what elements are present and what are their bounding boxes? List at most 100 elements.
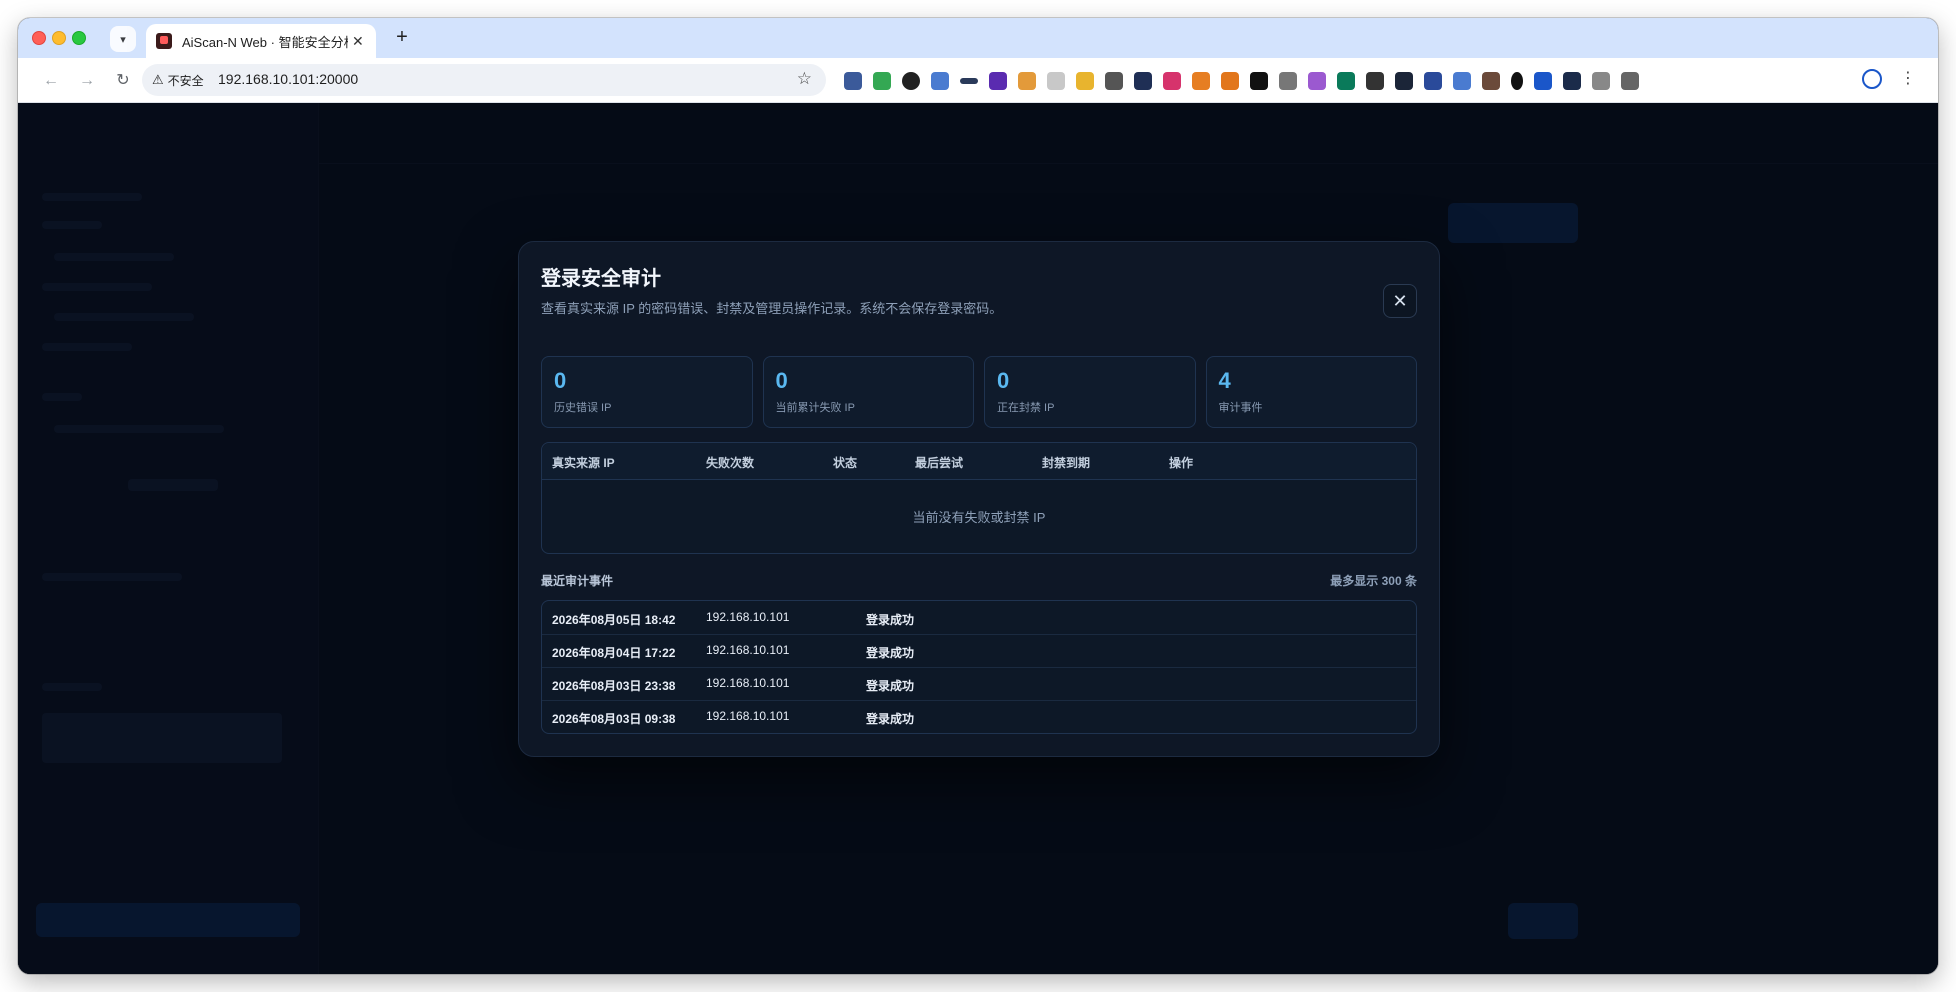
extension-fox-icon[interactable] <box>1221 72 1239 90</box>
column-header-source-ip[interactable]: 真实来源 IP <box>552 454 615 471</box>
extension-purple-icon[interactable] <box>989 72 1007 90</box>
audit-events-list: 2026年08月05日 18:42 192.168.10.101 登录成功 20… <box>541 600 1417 734</box>
close-button[interactable]: ✕ <box>1383 284 1417 318</box>
tab-search-button[interactable]: ▾ <box>110 26 136 52</box>
stat-value: 0 <box>997 368 1010 393</box>
window-minimize-button[interactable] <box>52 31 66 45</box>
event-time: 2026年08月05日 18:42 <box>552 613 676 627</box>
column-header-fail-count[interactable]: 失败次数 <box>706 454 754 471</box>
column-header-last-attempt[interactable]: 最后尝试 <box>915 454 963 471</box>
event-ip: 192.168.10.101 <box>706 643 790 657</box>
event-ip: 192.168.10.101 <box>706 709 790 723</box>
close-icon: ✕ <box>1392 291 1408 311</box>
extension-cat-icon[interactable] <box>1308 72 1326 90</box>
stat-value: 0 <box>554 368 567 393</box>
extension-star-icon[interactable] <box>1279 72 1297 90</box>
stat-label: 历史错误 IP <box>554 402 612 414</box>
extension-circle-icon[interactable] <box>902 72 920 90</box>
dialog-subtitle: 查看真实来源 IP 的密码错误、封禁及管理员操作记录。系统不会保存登录密码。 <box>541 301 1003 316</box>
extension-translate-icon[interactable] <box>1163 72 1181 90</box>
list-item: 2026年08月04日 17:22 192.168.10.101 登录成功 <box>542 634 1416 668</box>
extension-blue-icon[interactable] <box>931 72 949 90</box>
extensions-puzzle-icon[interactable] <box>1621 72 1639 90</box>
extensions-row <box>844 68 1639 94</box>
event-time: 2026年08月04日 17:22 <box>552 646 676 660</box>
login-audit-dialog: 登录安全审计 查看真实来源 IP 的密码错误、封禁及管理员操作记录。系统不会保存… <box>518 241 1440 757</box>
event-ip: 192.168.10.101 <box>706 610 790 624</box>
extension-pointer-icon[interactable] <box>1592 72 1610 90</box>
stat-card-audit-events: 4 审计事件 <box>1205 356 1417 428</box>
extension-grey-icon[interactable] <box>1047 72 1065 90</box>
event-status: 登录成功 <box>866 613 915 627</box>
extension-terminal-icon[interactable] <box>1395 72 1413 90</box>
stat-label: 正在封禁 IP <box>997 402 1055 414</box>
extension-photo-icon[interactable] <box>1482 72 1500 90</box>
extension-zero-icon[interactable] <box>1511 72 1523 90</box>
stat-label: 审计事件 <box>1218 402 1263 414</box>
security-chip[interactable]: ⚠ 不安全 <box>152 70 204 90</box>
tab-strip: ▾ AiScan-N Web · 智能安全分析 ✕ + <box>18 18 1938 58</box>
extension-green-icon[interactable] <box>1337 72 1355 90</box>
active-tab[interactable]: AiScan-N Web · 智能安全分析 ✕ <box>146 24 376 58</box>
extension-chat-icon[interactable] <box>873 72 891 90</box>
list-item: 2026年08月03日 09:38 192.168.10.101 登录成功 <box>542 700 1416 733</box>
events-max-note: 最多显示 300 条 <box>1330 574 1417 588</box>
event-time: 2026年08月03日 09:38 <box>552 712 676 726</box>
extension-hand-icon[interactable] <box>1366 72 1384 90</box>
stat-card-current-failed-ip: 0 当前累计失败 IP <box>762 356 974 428</box>
events-section-header: 最近审计事件 最多显示 300 条 <box>541 572 1417 588</box>
tab-title: AiScan-N Web · 智能安全分析 <box>182 34 348 50</box>
warning-icon: ⚠ <box>152 72 164 87</box>
stat-label: 当前累计失败 IP <box>775 402 855 414</box>
browser-toolbar: ← → ↻ ⚠ 不安全 192.168.10.101:20000 ☆ ⋮ <box>18 58 1938 103</box>
stats-row: 0 历史错误 IP 0 当前累计失败 IP 0 正在封禁 IP 4 审计事件 <box>541 356 1417 428</box>
extension-orange-icon[interactable] <box>1018 72 1036 90</box>
browser-window: ▾ AiScan-N Web · 智能安全分析 ✕ + ← → ↻ ⚠ 不安全 … <box>18 18 1938 974</box>
url-text[interactable]: 192.168.10.101:20000 <box>218 71 358 87</box>
new-tab-button[interactable]: + <box>390 26 414 50</box>
event-status: 登录成功 <box>866 712 915 726</box>
extension-dash-icon[interactable] <box>960 78 978 84</box>
dialog-title: 登录安全审计 <box>541 268 661 290</box>
window-close-button[interactable] <box>32 31 46 45</box>
event-time: 2026年08月03日 23:38 <box>552 679 676 693</box>
event-status: 登录成功 <box>866 646 915 660</box>
stat-card-history-error-ip: 0 历史错误 IP <box>541 356 753 428</box>
stat-card-banned-ip: 0 正在封禁 IP <box>984 356 1196 428</box>
column-header-actions[interactable]: 操作 <box>1169 454 1193 471</box>
chevron-down-icon: ▾ <box>120 33 126 46</box>
window-maximize-button[interactable] <box>72 31 86 45</box>
extension-box-icon[interactable] <box>1424 72 1442 90</box>
security-label: 不安全 <box>167 73 204 88</box>
column-header-status[interactable]: 状态 <box>833 454 857 471</box>
favicon-icon <box>156 33 172 49</box>
stat-value: 4 <box>1218 368 1231 393</box>
extension-panda-icon[interactable] <box>1105 72 1123 90</box>
extension-yellow-icon[interactable] <box>1076 72 1094 90</box>
profile-avatar-icon[interactable] <box>1862 69 1882 89</box>
extension-cloud-icon[interactable] <box>1250 72 1268 90</box>
extension-bubble-icon[interactable] <box>1453 72 1471 90</box>
bookmark-star-icon[interactable]: ☆ <box>797 69 812 89</box>
list-item: 2026年08月03日 23:38 192.168.10.101 登录成功 <box>542 667 1416 701</box>
table-empty-state: 当前没有失败或封禁 IP <box>912 510 1046 525</box>
address-bar[interactable]: ⚠ 不安全 192.168.10.101:20000 ☆ <box>142 64 826 96</box>
forward-arrow-icon[interactable]: → <box>76 70 98 92</box>
reload-icon[interactable]: ↻ <box>112 70 134 92</box>
tab-close-icon[interactable]: ✕ <box>352 33 364 50</box>
stat-value: 0 <box>775 368 788 393</box>
extension-shield-icon[interactable] <box>844 72 862 90</box>
extension-chart-icon[interactable] <box>1563 72 1581 90</box>
events-title: 最近审计事件 <box>541 574 614 588</box>
extension-bird-icon[interactable] <box>1192 72 1210 90</box>
event-status: 登录成功 <box>866 679 915 693</box>
extension-puzzle-blue-icon[interactable] <box>1534 72 1552 90</box>
event-ip: 192.168.10.101 <box>706 676 790 690</box>
failed-ip-table: 真实来源 IP 失败次数 状态 最后尝试 封禁到期 操作 当前没有失败或封禁 I… <box>541 442 1417 554</box>
list-item: 2026年08月05日 18:42 192.168.10.101 登录成功 <box>542 601 1416 635</box>
column-header-ban-expiry[interactable]: 封禁到期 <box>1042 454 1090 471</box>
browser-menu-icon[interactable]: ⋮ <box>1900 68 1916 88</box>
table-header: 真实来源 IP 失败次数 状态 最后尝试 封禁到期 操作 <box>542 443 1416 480</box>
extension-css-icon[interactable] <box>1134 72 1152 90</box>
back-arrow-icon[interactable]: ← <box>40 70 62 92</box>
